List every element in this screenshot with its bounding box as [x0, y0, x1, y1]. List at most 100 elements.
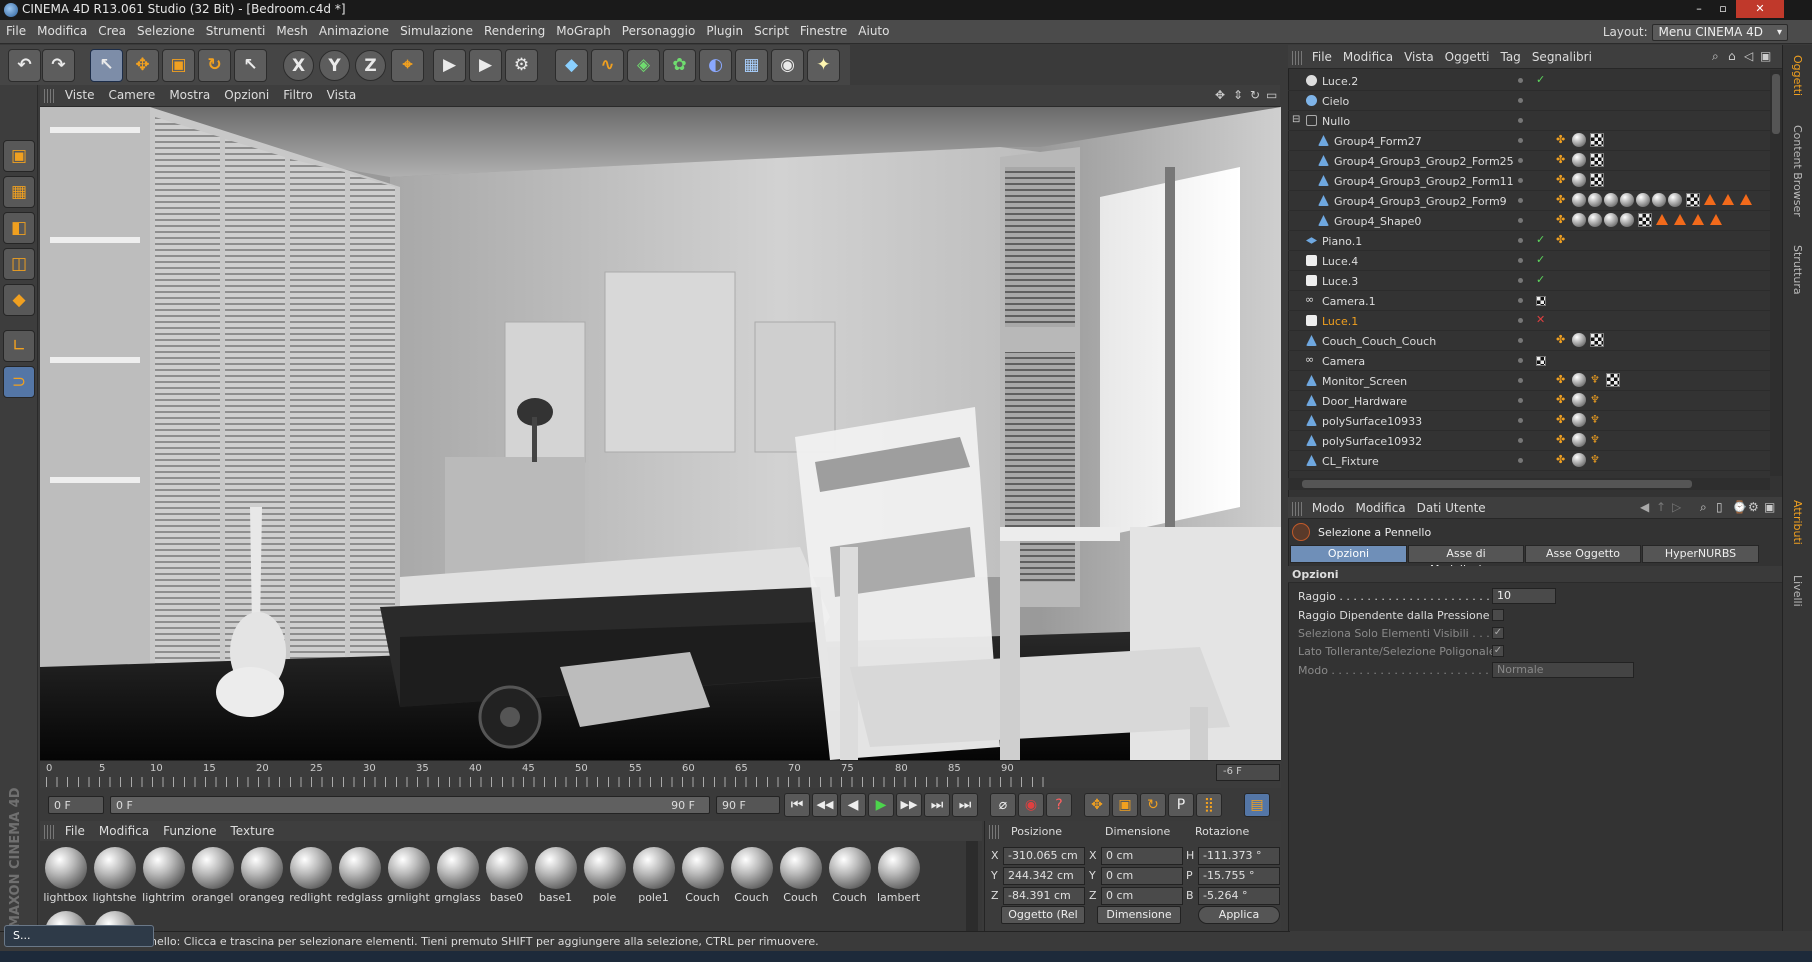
3d-viewport[interactable] [40, 107, 1281, 760]
x-axis-lock-button[interactable]: X [283, 50, 314, 81]
material-tag-icon[interactable] [1652, 193, 1666, 207]
phong-tag-icon[interactable]: ✤ [1556, 154, 1568, 166]
attributes-menu-modo[interactable]: Modo [1306, 497, 1350, 515]
timeline-ruler[interactable]: 0 5 10 15 20 25 30 35 40 45 50 55 60 65 … [40, 760, 1281, 788]
visible-only-checkbox[interactable]: ✓ [1492, 627, 1504, 639]
camera-target-tag-icon[interactable] [1536, 356, 1546, 366]
up-arrow-icon[interactable]: ↑ [1656, 500, 1666, 514]
visibility-dot[interactable] [1518, 158, 1523, 163]
menu-mograph[interactable]: MoGraph [550, 20, 616, 38]
axis-mode-button[interactable]: ∟ [3, 330, 35, 362]
visibility-dot[interactable] [1518, 398, 1523, 403]
material-tag-icon[interactable] [1620, 213, 1634, 227]
scrollbar-thumb[interactable] [1772, 74, 1780, 134]
end-frame-field[interactable]: 90 F [716, 796, 780, 814]
object-row[interactable]: Luce.3 ✓ [1288, 271, 1770, 291]
light-button[interactable]: ✦ [807, 49, 840, 82]
object-row-selected[interactable]: Luce.1 ✕ [1288, 311, 1770, 331]
uvw-tag-icon[interactable]: ♆ [1590, 394, 1602, 406]
uvw-tag-icon[interactable]: ♆ [1590, 454, 1602, 466]
y-axis-lock-button[interactable]: Y [319, 50, 350, 81]
camera-target-tag-icon[interactable] [1536, 296, 1546, 306]
cube-object-button[interactable]: ◆ [555, 49, 588, 82]
selection-tag-icon[interactable] [1692, 214, 1704, 225]
selection-tag-icon[interactable] [1740, 194, 1752, 205]
material-swatch[interactable]: lightbox [42, 845, 89, 905]
visibility-dot[interactable] [1518, 318, 1523, 323]
menu-plugin[interactable]: Plugin [700, 20, 748, 38]
material-swatch[interactable]: grnglass [434, 845, 481, 905]
visibility-dot[interactable] [1518, 118, 1523, 123]
side-tab-struttura[interactable]: Struttura [1791, 245, 1804, 295]
menu-rendering[interactable]: Rendering [478, 20, 550, 38]
material-swatch[interactable]: redlight [287, 845, 334, 905]
model-mode-button[interactable]: ▣ [3, 140, 35, 172]
object-row[interactable]: Door_Hardware ✤ ♆ [1288, 391, 1770, 411]
forward-arrow-icon[interactable]: ▷ [1672, 500, 1681, 514]
move-button[interactable]: ✥ [126, 49, 159, 82]
previous-key-button[interactable]: ◀◀ [812, 793, 838, 817]
texture-tag-icon[interactable] [1590, 133, 1604, 147]
new-panel-icon[interactable]: ▣ [1760, 49, 1771, 63]
rotate-view-icon[interactable]: ↻ [1250, 88, 1260, 102]
pan-view-icon[interactable]: ✥ [1215, 88, 1225, 102]
visibility-dot[interactable] [1518, 338, 1523, 343]
phong-tag-icon[interactable]: ✤ [1556, 454, 1568, 466]
home-icon[interactable]: ⌂ [1728, 49, 1736, 63]
visibility-dot[interactable] [1518, 278, 1523, 283]
material-tag-icon[interactable] [1572, 413, 1586, 427]
material-swatch[interactable]: Couch [728, 845, 775, 905]
viewport-menu-opzioni[interactable]: Opzioni [217, 85, 276, 102]
side-tab-attributi[interactable]: Attributi [1791, 500, 1804, 545]
material-tag-icon[interactable] [1604, 213, 1618, 227]
search-icon[interactable]: ⌕ [1712, 49, 1719, 64]
objects-menu-vista[interactable]: Vista [1398, 45, 1439, 64]
texture-tag-icon[interactable] [1638, 213, 1652, 227]
tolerant-selection-checkbox[interactable]: ✓ [1492, 645, 1504, 657]
texture-tag-icon[interactable] [1590, 153, 1604, 167]
visibility-dot[interactable] [1518, 178, 1523, 183]
object-vertical-scrollbar[interactable] [1770, 70, 1782, 476]
array-button[interactable]: ✿ [663, 49, 696, 82]
object-row[interactable]: ∞ Camera [1288, 351, 1770, 371]
undo-button[interactable]: ↶ [8, 49, 41, 82]
material-tag-icon[interactable] [1572, 373, 1586, 387]
key-scale-button[interactable]: ▣ [1112, 793, 1138, 817]
side-tab-livelli[interactable]: Livelli [1791, 575, 1804, 607]
material-menu-texture[interactable]: Texture [224, 821, 282, 838]
render-view-button[interactable]: ▶ [433, 49, 466, 82]
size-x-field[interactable]: 0 cm [1101, 847, 1183, 865]
objects-menu-oggetti[interactable]: Oggetti [1439, 45, 1495, 64]
rotation-b-field[interactable]: -5.264 ° [1198, 887, 1280, 905]
rotate-button[interactable]: ↻ [198, 49, 231, 82]
object-row[interactable]: polySurface10933 ✤ ♆ [1288, 411, 1770, 431]
material-tag-icon[interactable] [1620, 193, 1634, 207]
key-help-button[interactable]: ? [1046, 793, 1072, 817]
maximize-button[interactable]: ▫ [1712, 0, 1734, 18]
enabled-check-icon[interactable]: ✓ [1536, 233, 1545, 246]
object-horizontal-scrollbar[interactable] [1288, 478, 1770, 490]
texture-mode-button[interactable]: ▦ [3, 176, 35, 208]
snap-magnet-button[interactable]: ⊃ [3, 366, 35, 398]
key-position-button[interactable]: ✥ [1084, 793, 1110, 817]
material-swatch[interactable]: lambert [875, 845, 922, 905]
spline-button[interactable]: ∿ [591, 49, 624, 82]
object-row[interactable]: Group4_Group3_Group2_Form25 ✤ [1288, 151, 1770, 171]
size-mode-dropdown[interactable]: Dimensione [1097, 906, 1181, 924]
menu-file[interactable]: File [0, 20, 31, 38]
position-x-field[interactable]: -310.065 cm [1003, 847, 1085, 865]
render-picture-viewer-button[interactable]: ▶ [469, 49, 502, 82]
menu-strumenti[interactable]: Strumenti [200, 20, 271, 38]
material-tag-icon[interactable] [1572, 153, 1586, 167]
phong-tag-icon[interactable]: ✤ [1556, 134, 1568, 146]
material-tag-icon[interactable] [1572, 393, 1586, 407]
material-swatch[interactable]: redglass [336, 845, 383, 905]
material-tag-icon[interactable] [1588, 213, 1602, 227]
search-icon[interactable]: ⌕ [1700, 500, 1707, 515]
objects-menu-file[interactable]: File [1306, 45, 1337, 64]
scene-floor-button[interactable]: ▦ [735, 49, 768, 82]
visibility-dot[interactable] [1518, 458, 1523, 463]
scrollbar-thumb[interactable] [1302, 480, 1692, 488]
object-row[interactable]: Cielo [1288, 91, 1770, 111]
material-tag-icon[interactable] [1572, 193, 1586, 207]
